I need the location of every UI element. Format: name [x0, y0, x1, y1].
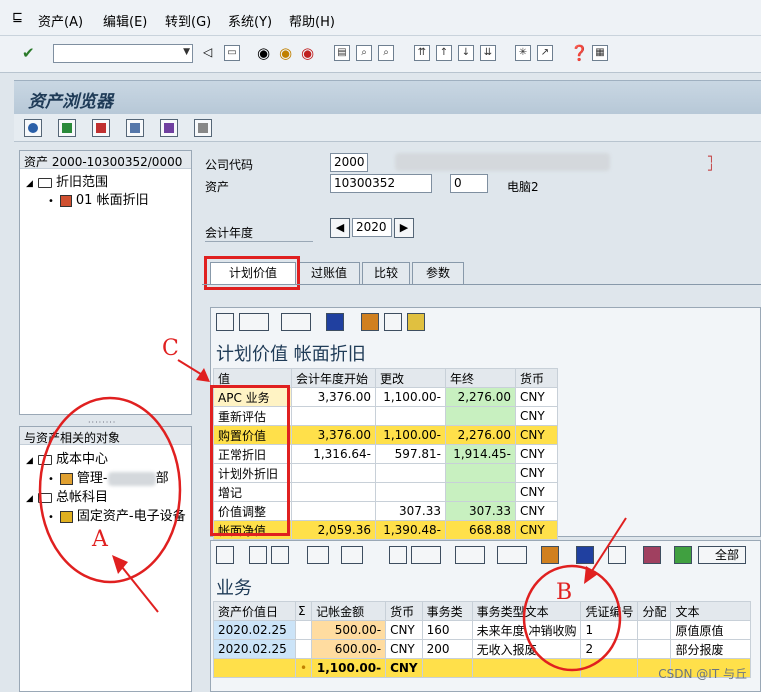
annotation-label-c: C [162, 336, 179, 361]
annotation-layer [38, 359, 627, 672]
watermark: CSDN @IT 与丘 [658, 667, 747, 681]
annotation-label-b: B [556, 580, 573, 605]
annotation-label-a: A [92, 527, 108, 552]
annotation-arrow-c [177, 359, 205, 377]
annotation-arrowhead-c [196, 368, 210, 382]
annotation-arrow-a [117, 561, 159, 613]
annotation-ellipse-a [38, 396, 182, 584]
annotation-arrow-b [589, 517, 627, 575]
